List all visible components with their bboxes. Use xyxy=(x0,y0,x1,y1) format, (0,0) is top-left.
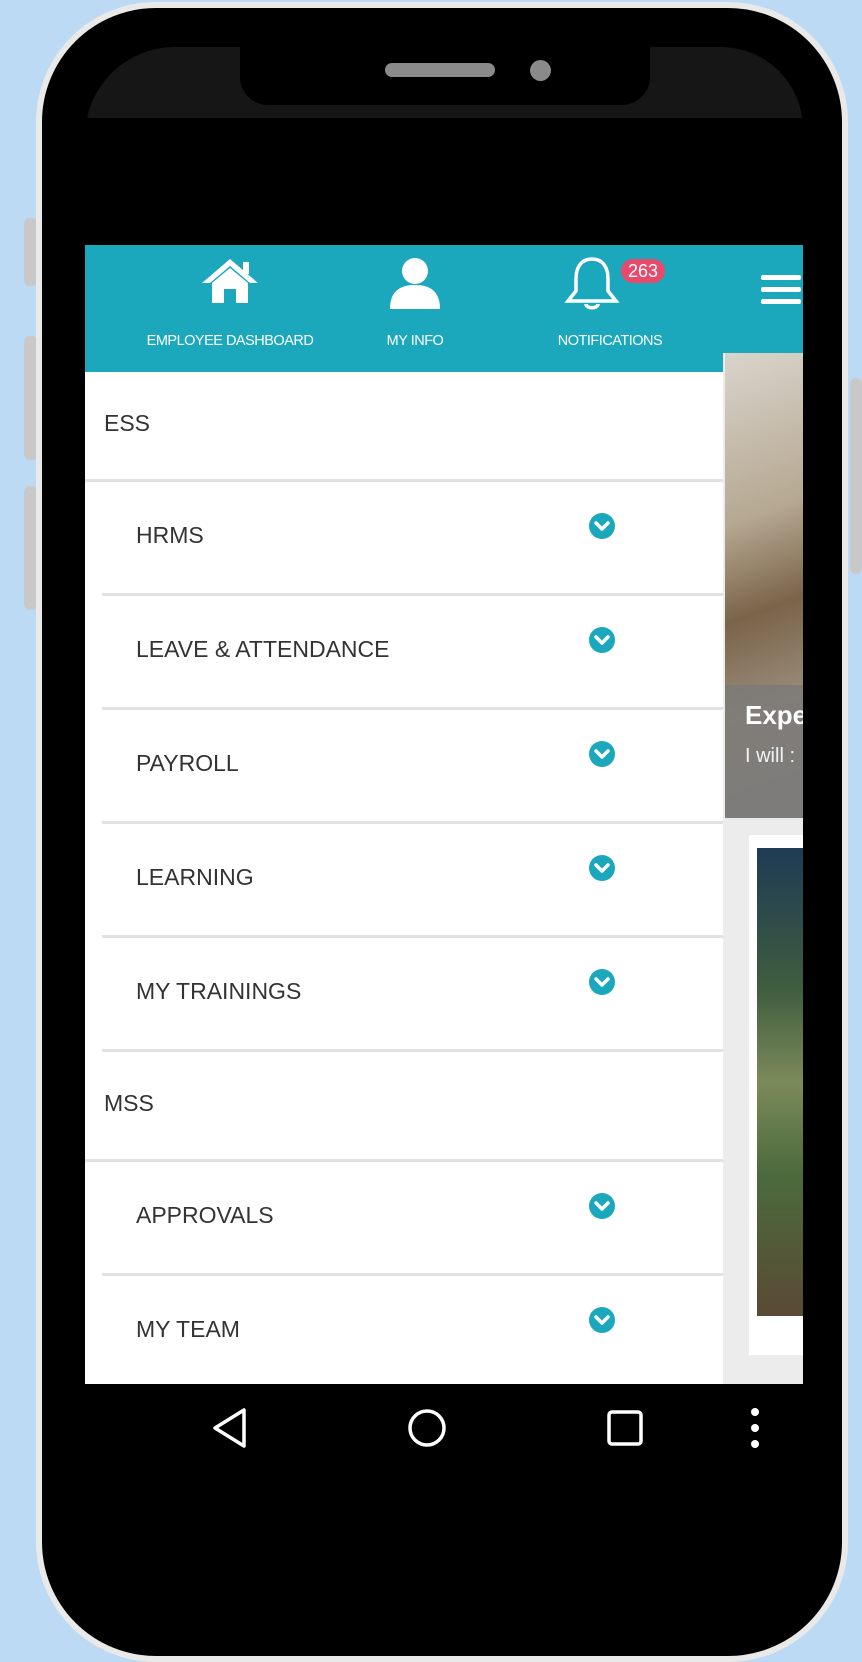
chevron-down-circle-icon[interactable] xyxy=(588,512,616,540)
topbar-notifications[interactable]: 263 NOTIFICATIONS xyxy=(535,245,685,372)
chevron-down-circle-icon[interactable] xyxy=(588,740,616,768)
chevron-down-circle-icon[interactable] xyxy=(588,1192,616,1220)
chevron-down-circle-icon[interactable] xyxy=(588,968,616,996)
drawer-header: EMPLOYEE DASHBOARD MY INFO 263 NOTIFICAT… xyxy=(85,245,723,372)
menu-item-label: LEAVE & ATTENDANCE xyxy=(136,636,390,662)
feed-card-image xyxy=(757,848,803,1316)
topbar-label: MY INFO xyxy=(386,333,444,349)
user-icon xyxy=(390,258,440,309)
android-navigation-bar xyxy=(85,1384,803,1479)
topbar-label: NOTIFICATIONS xyxy=(557,333,663,349)
background-home-feed: Expe I will : xyxy=(723,245,803,1384)
menu-item-label: MY TRAININGS xyxy=(136,978,302,1004)
chevron-down-circle-icon[interactable] xyxy=(588,626,616,654)
topbar-employee-dashboard[interactable]: EMPLOYEE DASHBOARD xyxy=(125,245,335,372)
phone-screen: Expe I will : EMPLOYEE DASHBOARD MY INFO xyxy=(85,47,803,1602)
feed-card-text: I will : xyxy=(745,745,795,767)
menu-item-hrms[interactable]: HRMS xyxy=(85,482,723,596)
phone-notch xyxy=(240,47,650,105)
menu-item-leave-attendance[interactable]: LEAVE & ATTENDANCE xyxy=(85,596,723,710)
menu-item-label: PAYROLL xyxy=(136,750,239,776)
menu-item-label: HRMS xyxy=(136,522,204,548)
home-icon xyxy=(202,259,258,303)
menu-item-my-team[interactable]: MY TEAM xyxy=(85,1276,723,1384)
side-menu: ESS HRMS LEAVE & ATTENDANCE PAYROLL LEARNING… xyxy=(85,372,723,1384)
menu-section-ess: ESS xyxy=(85,372,723,482)
back-icon[interactable] xyxy=(210,1406,250,1450)
topbar-label: EMPLOYEE DASHBOARD xyxy=(146,333,314,349)
more-vert-icon[interactable] xyxy=(749,1406,761,1450)
front-camera xyxy=(530,60,551,81)
menu-item-my-trainings[interactable]: MY TRAININGS xyxy=(85,938,723,1052)
chevron-down-circle-icon[interactable] xyxy=(588,1306,616,1334)
menu-item-approvals[interactable]: APPROVALS xyxy=(85,1162,723,1276)
home-circle-icon[interactable] xyxy=(405,1406,449,1450)
hamburger-icon[interactable] xyxy=(761,275,801,311)
phone-power-button xyxy=(850,378,862,574)
app-content: Expe I will : EMPLOYEE DASHBOARD MY INFO xyxy=(85,245,803,1384)
notification-count-badge: 263 xyxy=(621,259,666,283)
speaker-grille xyxy=(385,63,495,77)
chevron-down-circle-icon[interactable] xyxy=(588,854,616,882)
menu-section-title: MSS xyxy=(104,1090,154,1116)
menu-item-label: MY TEAM xyxy=(136,1316,240,1342)
menu-item-label: APPROVALS xyxy=(136,1202,274,1228)
app-toolbar xyxy=(723,245,803,353)
menu-item-payroll[interactable]: PAYROLL xyxy=(85,710,723,824)
menu-section-title: ESS xyxy=(104,410,151,436)
menu-item-learning[interactable]: LEARNING xyxy=(85,824,723,938)
bell-icon xyxy=(564,257,620,310)
recents-icon[interactable] xyxy=(605,1406,645,1450)
menu-section-mss: MSS xyxy=(85,1052,723,1162)
topbar-my-info[interactable]: MY INFO xyxy=(355,245,475,372)
menu-item-label: LEARNING xyxy=(136,864,254,890)
feed-card-title: Expe xyxy=(745,700,803,730)
